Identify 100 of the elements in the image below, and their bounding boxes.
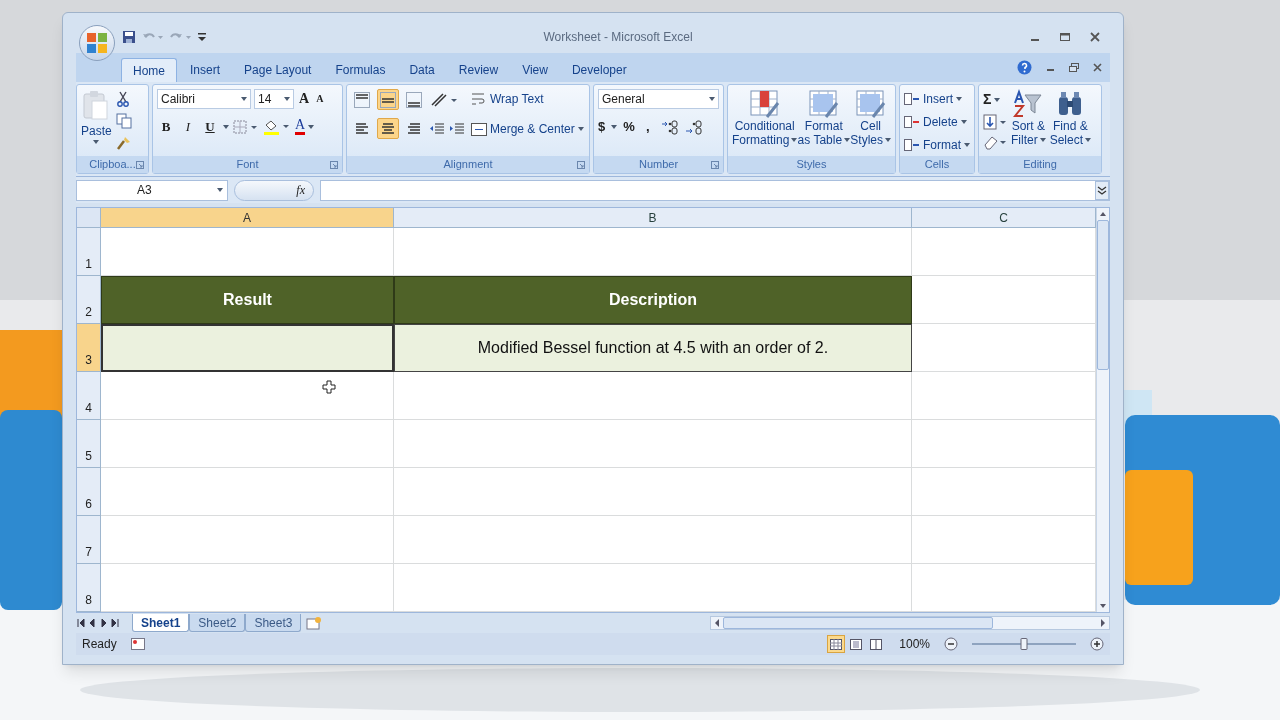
fill-icon[interactable]	[983, 114, 1007, 130]
dialog-launcher-icon[interactable]	[577, 160, 585, 169]
view-button[interactable]	[827, 635, 846, 653]
shrink-font-button[interactable]: A	[314, 89, 326, 109]
maximize-icon[interactable]	[1060, 32, 1070, 42]
dropdown-caret-icon	[964, 143, 970, 147]
fill-color-icon[interactable]	[263, 118, 291, 135]
number-format-field[interactable]: General	[598, 89, 719, 109]
zoom-slider[interactable]	[972, 637, 1076, 651]
sheet-tab[interactable]: Sheet3	[245, 614, 302, 632]
table-cell[interactable]	[394, 372, 912, 420]
sheet-tab[interactable]: Sheet1	[132, 614, 190, 632]
ribbon-tab[interactable]: Insert	[179, 58, 232, 82]
ribbon-tab[interactable]: Developer	[560, 58, 638, 82]
customize-toolbar-icon[interactable]	[198, 32, 206, 42]
font-name-field[interactable]: Calibri	[157, 89, 251, 109]
close-icon[interactable]	[1090, 32, 1100, 42]
save-icon[interactable]	[122, 30, 136, 44]
row-header[interactable]: 5	[77, 420, 101, 468]
dialog-launcher-icon[interactable]	[136, 160, 144, 169]
table-cell[interactable]	[101, 516, 394, 564]
row-header[interactable]: 4	[77, 372, 101, 420]
style-gallery-button[interactable]: Cell Styles	[850, 89, 891, 147]
zoom-in-icon[interactable]	[1090, 637, 1104, 651]
row-header[interactable]: 7	[77, 516, 101, 564]
dropdown-caret-icon	[885, 138, 891, 142]
font-color-button[interactable]: A	[295, 118, 315, 136]
ribbon-tab[interactable]: View	[511, 58, 559, 82]
help-icon[interactable]	[1017, 60, 1032, 75]
format-painter-icon[interactable]	[115, 135, 132, 151]
decrease-indent-icon[interactable]	[429, 120, 445, 137]
cells-button[interactable]: Format	[904, 135, 970, 155]
find-select-button[interactable]: Find & Select	[1049, 89, 1092, 150]
percent-button[interactable]: %	[623, 117, 635, 137]
table-cell[interactable]	[101, 420, 394, 468]
cells-button[interactable]: Insert	[904, 89, 970, 109]
macro-record-icon[interactable]	[130, 638, 145, 650]
horizontal-scrollbar[interactable]	[710, 616, 1110, 630]
orientation-icon[interactable]	[429, 90, 459, 109]
merge-center-button[interactable]: Merge & Center	[471, 120, 584, 138]
font-size-field[interactable]: 14	[254, 89, 294, 109]
align-button[interactable]	[403, 89, 425, 110]
ribbon-tab[interactable]: Formulas	[324, 58, 397, 82]
underline-button[interactable]: U	[201, 117, 219, 137]
paste-button[interactable]: Paste	[81, 89, 112, 151]
currency-button[interactable]: $	[598, 117, 606, 137]
table-cell[interactable]	[394, 468, 912, 516]
align-button[interactable]	[377, 89, 399, 110]
align-button[interactable]	[377, 118, 399, 139]
style-gallery-button[interactable]: Conditional Formatting	[732, 89, 798, 147]
insert-sheet-icon[interactable]	[305, 616, 324, 630]
insert-function-button[interactable]: fx	[296, 181, 305, 199]
decrease-decimal-icon[interactable]	[684, 118, 703, 135]
office-button[interactable]	[79, 25, 115, 61]
increase-decimal-icon[interactable]	[660, 118, 679, 135]
bold-button[interactable]: B	[157, 117, 175, 137]
ribbon-tab[interactable]: Home	[121, 58, 177, 82]
ribbon-tab[interactable]: Page Layout	[233, 58, 323, 82]
row-header[interactable]: 8	[77, 564, 101, 612]
zoom-out-icon[interactable]	[944, 637, 958, 651]
row-header[interactable]: 6	[77, 468, 101, 516]
scrollbar-thumb[interactable]	[723, 617, 993, 629]
align-button[interactable]	[351, 89, 373, 110]
dialog-launcher-icon[interactable]	[711, 160, 719, 169]
eraser-icon[interactable]	[983, 134, 1007, 150]
formula-input[interactable]	[320, 179, 1110, 201]
ribbon-tab[interactable]: Review	[447, 58, 510, 82]
cells-icon	[904, 92, 920, 106]
comma-button[interactable]: ,	[640, 117, 655, 137]
grow-font-button[interactable]: A	[297, 89, 312, 109]
vertical-scrollbar[interactable]	[1096, 208, 1109, 612]
italic-button[interactable]: I	[179, 117, 197, 137]
row-header[interactable]: 1	[77, 228, 101, 276]
copy-icon[interactable]	[115, 113, 132, 129]
row-header[interactable]: 2	[77, 276, 101, 324]
sort-filter-button[interactable]: Sort & Filter	[1011, 89, 1046, 150]
sheet-tab[interactable]: Sheet2	[189, 614, 246, 632]
autosum-button[interactable]: Σ	[983, 89, 1007, 110]
table-cell[interactable]	[394, 564, 912, 612]
increase-indent-icon[interactable]	[449, 120, 465, 137]
ribbon-tab[interactable]: Data	[398, 58, 446, 82]
dialog-launcher-icon[interactable]	[330, 160, 338, 169]
style-gallery-button[interactable]: Format as Table	[797, 89, 851, 147]
table-cell[interactable]	[394, 516, 912, 564]
slider-thumb[interactable]	[1020, 638, 1028, 650]
column-header[interactable]: B	[394, 208, 912, 228]
column-header[interactable]: C	[912, 208, 1096, 228]
table-cell[interactable]	[101, 468, 394, 516]
expand-icon[interactable]	[1095, 180, 1109, 200]
cut-icon[interactable]	[115, 91, 130, 107]
scrollbar-thumb[interactable]	[1097, 220, 1109, 370]
restore-icon[interactable]	[1069, 63, 1079, 72]
wrap-text-button[interactable]: Wrap Text	[471, 90, 584, 108]
column-header[interactable]: A	[101, 208, 394, 228]
table-cell[interactable]	[394, 420, 912, 468]
close-icon[interactable]	[1093, 63, 1102, 72]
table-cell[interactable]	[101, 564, 394, 612]
cells-button[interactable]: Delete	[904, 112, 970, 132]
name-box[interactable]: A3	[76, 179, 228, 201]
row-header[interactable]: 3	[77, 324, 101, 372]
